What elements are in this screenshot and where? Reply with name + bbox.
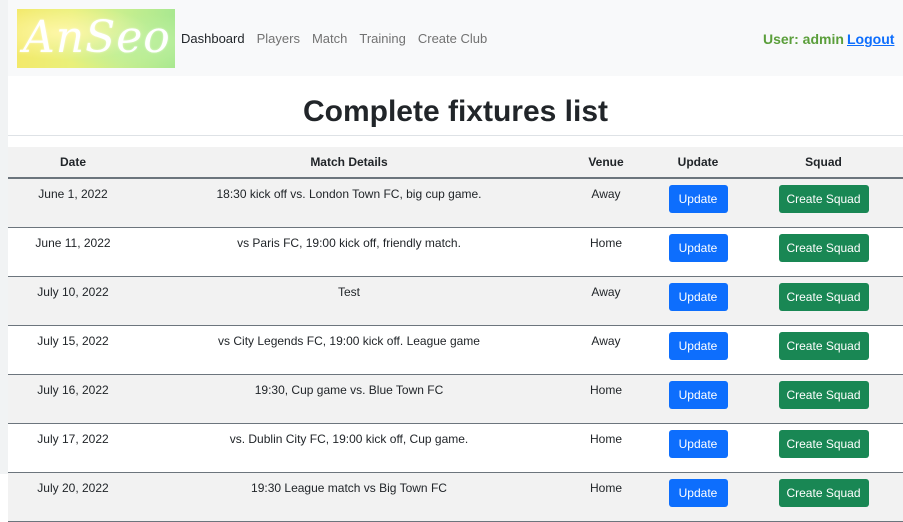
table-row: June 11, 2022 vs Paris FC, 19:00 kick of… (8, 227, 903, 277)
update-button[interactable]: Update (668, 185, 728, 213)
cell-squad: Create Squad (744, 178, 903, 228)
cell-venue: Away (560, 325, 652, 375)
update-button[interactable]: Update (668, 234, 728, 262)
header-venue: Venue (560, 147, 652, 179)
create-squad-button[interactable]: Create Squad (778, 381, 869, 409)
create-squad-button[interactable]: Create Squad (778, 430, 869, 458)
cell-date: July 10, 2022 (8, 276, 138, 326)
nav-link-dashboard[interactable]: Dashboard (181, 31, 245, 46)
update-button[interactable]: Update (668, 283, 728, 311)
header-update: Update (652, 147, 744, 179)
user-label: User: admin (763, 31, 844, 47)
cell-update: Update (652, 374, 744, 424)
header-date: Date (8, 147, 138, 179)
nav-link-training[interactable]: Training (359, 31, 405, 46)
cell-match-details: vs Paris FC, 19:00 kick off, friendly ma… (138, 227, 560, 277)
table-header-row: Date Match Details Venue Update Squad (8, 147, 903, 179)
navbar: AnSeo Dashboard Players Match Training C… (8, 0, 903, 76)
cell-match-details: vs City Legends FC, 19:00 kick off. Leag… (138, 325, 560, 375)
cell-match-details: 18:30 kick off vs. London Town FC, big c… (138, 178, 560, 228)
cell-date: July 15, 2022 (8, 325, 138, 375)
table-row: July 17, 2022 vs. Dublin City FC, 19:00 … (8, 423, 903, 473)
cell-squad: Create Squad (744, 423, 903, 473)
cell-squad: Create Squad (744, 472, 903, 522)
create-squad-button[interactable]: Create Squad (778, 283, 869, 311)
cell-venue: Away (560, 178, 652, 228)
fixtures-table: Date Match Details Venue Update Squad Ju… (8, 147, 903, 522)
cell-update: Update (652, 227, 744, 277)
table-row: June 1, 2022 18:30 kick off vs. London T… (8, 178, 903, 228)
cell-update: Update (652, 472, 744, 522)
logo-text: AnSeo (23, 12, 171, 63)
cell-match-details: Test (138, 276, 560, 326)
create-squad-button[interactable]: Create Squad (778, 185, 869, 213)
table-row: July 16, 2022 19:30, Cup game vs. Blue T… (8, 374, 903, 424)
nav-link-players[interactable]: Players (257, 31, 300, 46)
cell-update: Update (652, 276, 744, 326)
logout-link[interactable]: Logout (847, 31, 894, 47)
cell-update: Update (652, 325, 744, 375)
table-row: July 20, 2022 19:30 League match vs Big … (8, 472, 903, 522)
nav-link-match[interactable]: Match (312, 31, 347, 46)
cell-date: July 16, 2022 (8, 374, 138, 424)
update-button[interactable]: Update (668, 332, 728, 360)
cell-squad: Create Squad (744, 325, 903, 375)
nav-link-create-club[interactable]: Create Club (418, 31, 487, 46)
cell-venue: Home (560, 423, 652, 473)
update-button[interactable]: Update (668, 479, 728, 507)
cell-venue: Home (560, 227, 652, 277)
page-edge (0, 0, 8, 474)
cell-venue: Home (560, 374, 652, 424)
cell-date: July 17, 2022 (8, 423, 138, 473)
create-squad-button[interactable]: Create Squad (778, 234, 869, 262)
create-squad-button[interactable]: Create Squad (778, 479, 869, 507)
header-squad: Squad (744, 147, 903, 179)
cell-date: June 11, 2022 (8, 227, 138, 277)
cell-update: Update (652, 423, 744, 473)
cell-venue: Away (560, 276, 652, 326)
cell-squad: Create Squad (744, 276, 903, 326)
cell-date: June 1, 2022 (8, 178, 138, 228)
table-row: July 10, 2022 Test Away Update Create Sq… (8, 276, 903, 326)
page-title: Complete fixtures list (302, 95, 609, 128)
header-match-details: Match Details (138, 147, 560, 179)
brand-logo[interactable]: AnSeo (17, 9, 175, 68)
table-row: July 15, 2022 vs City Legends FC, 19:00 … (8, 325, 903, 375)
nav-links: Dashboard Players Match Training Create … (181, 31, 499, 46)
update-button[interactable]: Update (668, 430, 728, 458)
create-squad-button[interactable]: Create Squad (778, 332, 869, 360)
cell-date: July 20, 2022 (8, 472, 138, 522)
cell-venue: Home (560, 472, 652, 522)
cell-match-details: 19:30, Cup game vs. Blue Town FC (138, 374, 560, 424)
update-button[interactable]: Update (668, 381, 728, 409)
cell-match-details: 19:30 League match vs Big Town FC (138, 472, 560, 522)
cell-update: Update (652, 178, 744, 228)
cell-squad: Create Squad (744, 227, 903, 277)
cell-match-details: vs. Dublin City FC, 19:00 kick off, Cup … (138, 423, 560, 473)
divider (8, 135, 903, 136)
cell-squad: Create Squad (744, 374, 903, 424)
